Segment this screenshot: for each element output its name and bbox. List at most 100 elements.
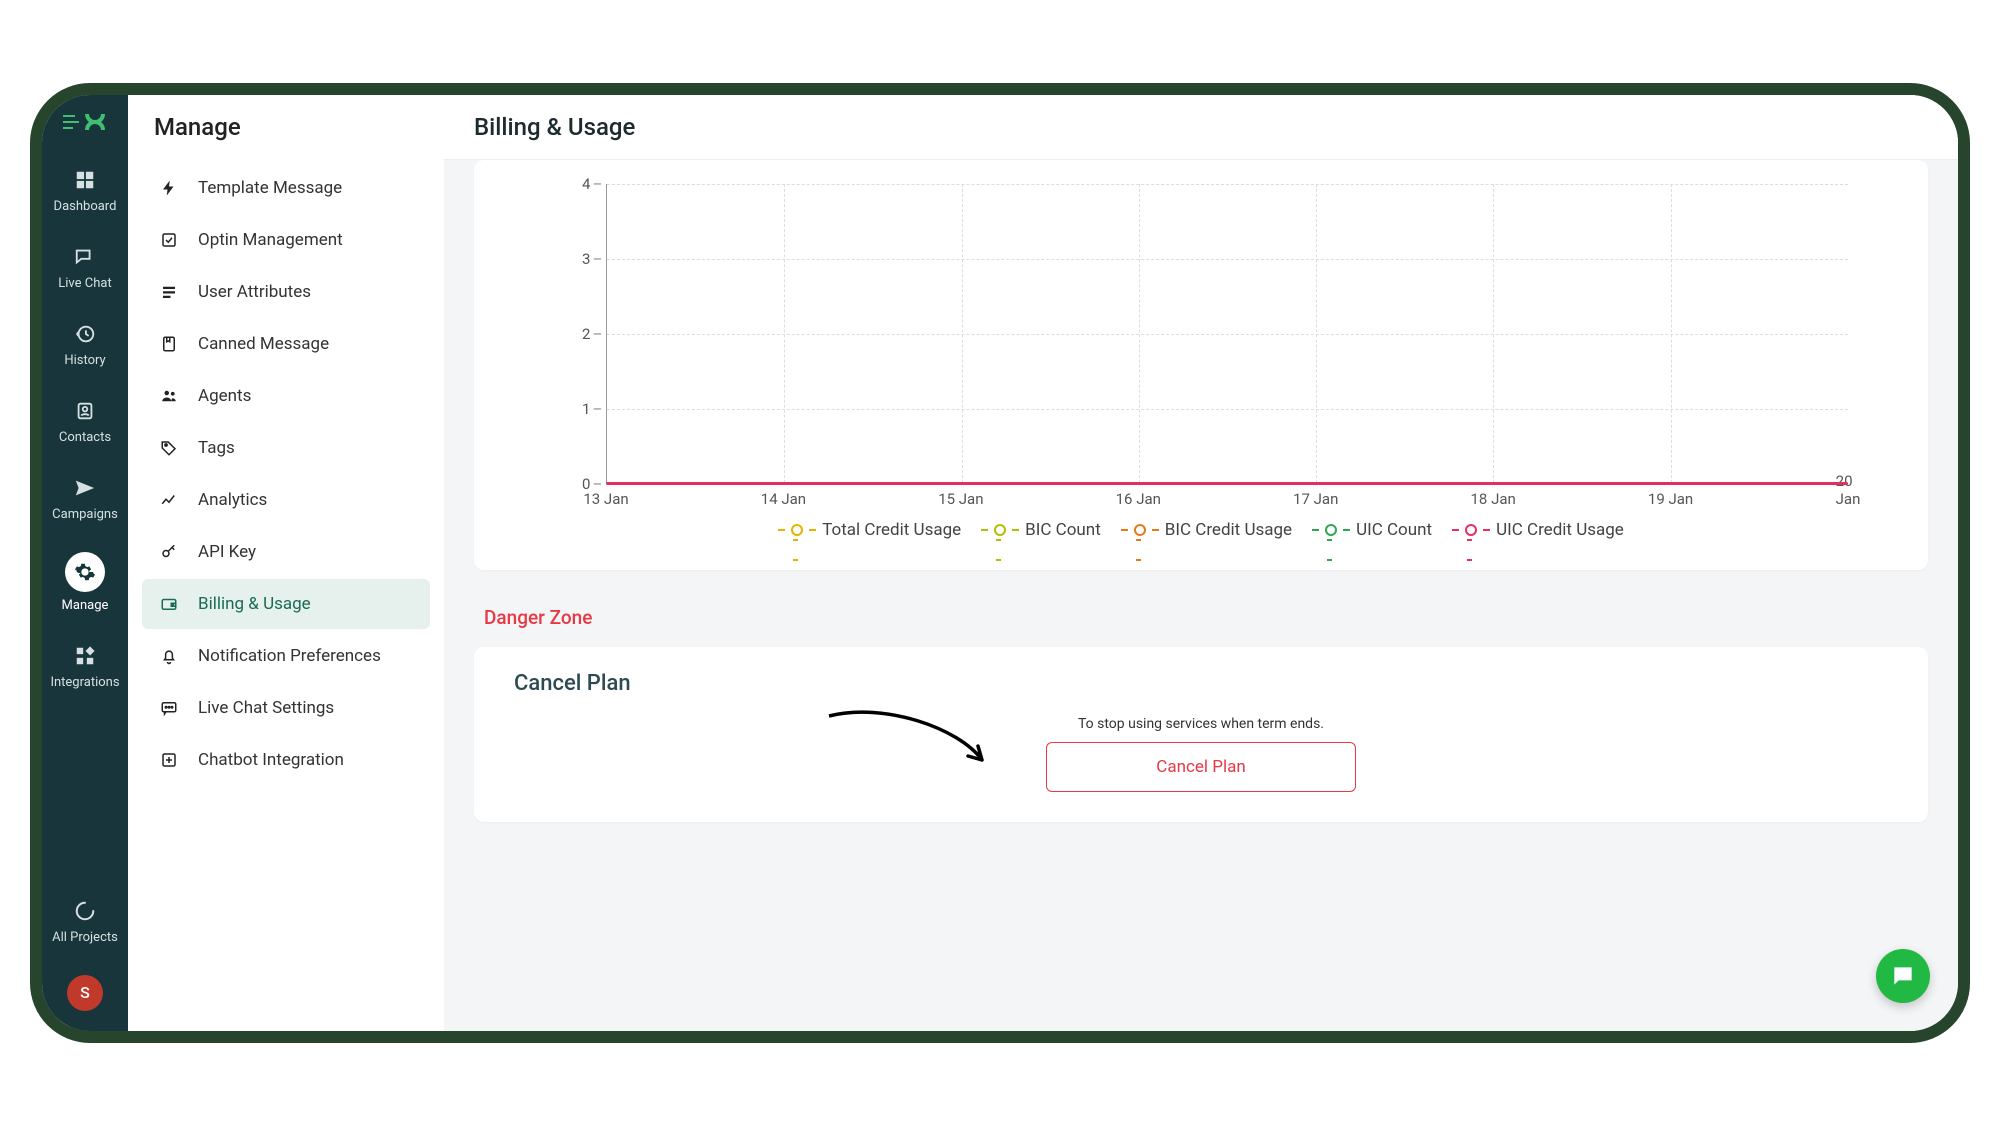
menu-label: Tags — [198, 438, 235, 458]
legend-label: Total Credit Usage — [822, 520, 961, 540]
nav-live-chat[interactable]: Live Chat — [50, 244, 119, 291]
menu-billing-usage[interactable]: Billing & Usage — [142, 579, 430, 629]
people-icon — [158, 385, 180, 407]
topbar: Billing & Usage — [444, 95, 1958, 160]
logo — [60, 107, 110, 137]
nav-label: Contacts — [59, 430, 111, 445]
y-tick: 2 — [582, 325, 602, 343]
nav-dashboard[interactable]: Dashboard — [50, 167, 119, 214]
nav-label: Campaigns — [52, 507, 118, 522]
nav-manage[interactable]: Manage — [50, 552, 119, 613]
danger-zone-title: Danger Zone — [484, 606, 1928, 629]
x-tick: 19 Jan — [1648, 490, 1693, 508]
menu-template-message[interactable]: Template Message — [142, 163, 430, 213]
legend-item: UIC Credit Usage — [1452, 520, 1624, 540]
menu-chatbot-integration[interactable]: Chatbot Integration — [142, 735, 430, 785]
x-tick: 15 Jan — [938, 490, 983, 508]
menu-analytics[interactable]: Analytics — [142, 475, 430, 525]
checkbox-icon — [158, 229, 180, 251]
x-tick: 18 Jan — [1470, 490, 1515, 508]
nav-label: Manage — [62, 598, 109, 613]
usage-chart: 01234 13 Jan14 Jan15 Jan16 Jan17 Jan18 J… — [554, 184, 1848, 504]
menu-label: User Attributes — [198, 282, 311, 302]
chat-fab[interactable] — [1876, 949, 1930, 1003]
avatar-initial: S — [80, 983, 90, 1002]
avatar[interactable]: S — [67, 975, 103, 1011]
nav-all-projects[interactable]: All Projects — [42, 898, 128, 945]
y-tick: 4 — [582, 175, 602, 193]
menu-live-chat-settings[interactable]: Live Chat Settings — [142, 683, 430, 733]
tag-icon — [158, 437, 180, 459]
nav-campaigns[interactable]: Campaigns — [50, 475, 119, 522]
nav-label: Integrations — [50, 675, 119, 690]
bookmark-icon — [158, 333, 180, 355]
menu-label: Agents — [198, 386, 251, 406]
widgets-icon — [72, 643, 98, 669]
nav-label: Dashboard — [54, 199, 117, 214]
plus-box-icon — [158, 749, 180, 771]
page-title: Billing & Usage — [474, 113, 1928, 141]
menu-label: Template Message — [198, 178, 342, 198]
cancel-plan-heading: Cancel Plan — [514, 671, 1888, 696]
menu-label: API Key — [198, 542, 256, 562]
left-nav: Dashboard Live Chat History Contacts Campaig… — [42, 95, 128, 1031]
send-icon — [72, 475, 98, 501]
menu-canned-message[interactable]: Canned Message — [142, 319, 430, 369]
menu-label: Analytics — [198, 490, 267, 510]
menu-agents[interactable]: Agents — [142, 371, 430, 421]
chat-bubble-icon — [1890, 963, 1916, 989]
gear-icon — [65, 552, 105, 592]
y-tick: 1 — [582, 400, 602, 418]
menu-api-key[interactable]: API Key — [142, 527, 430, 577]
nav-label: All Projects — [52, 930, 118, 945]
legend-item: UIC Count — [1312, 520, 1432, 540]
bolt-icon — [158, 177, 180, 199]
analytics-icon — [158, 489, 180, 511]
message-icon — [158, 697, 180, 719]
nav-label: Live Chat — [58, 276, 111, 291]
menu-tags[interactable]: Tags — [142, 423, 430, 473]
key-icon — [158, 541, 180, 563]
history-icon — [72, 321, 98, 347]
legend-label: BIC Credit Usage — [1165, 520, 1292, 540]
x-tick: 14 Jan — [761, 490, 806, 508]
sidepanel-title: Manage — [138, 113, 434, 161]
x-tick: 16 Jan — [1116, 490, 1161, 508]
menu-label: Billing & Usage — [198, 594, 311, 614]
y-tick: 3 — [582, 250, 602, 268]
menu-notification-preferences[interactable]: Notification Preferences — [142, 631, 430, 681]
nav-contacts[interactable]: Contacts — [50, 398, 119, 445]
menu-user-attributes[interactable]: User Attributes — [142, 267, 430, 317]
menu-optin-management[interactable]: Optin Management — [142, 215, 430, 265]
legend-label: UIC Count — [1356, 520, 1432, 540]
legend-item: Total Credit Usage — [778, 520, 961, 540]
x-tick: 17 Jan — [1293, 490, 1338, 508]
menu-label: Notification Preferences — [198, 646, 381, 666]
nav-integrations[interactable]: Integrations — [50, 643, 119, 690]
pointer-arrow-icon — [824, 708, 1004, 778]
menu-label: Chatbot Integration — [198, 750, 344, 770]
wallet-icon — [158, 593, 180, 615]
x-tick: 20 Jan — [1836, 472, 1861, 508]
cancel-plan-button[interactable]: Cancel Plan — [1046, 742, 1356, 792]
menu-label: Optin Management — [198, 230, 343, 250]
nav-history[interactable]: History — [50, 321, 119, 368]
content[interactable]: 01234 13 Jan14 Jan15 Jan16 Jan17 Jan18 J… — [444, 160, 1958, 1031]
main: Billing & Usage 01234 13 Jan14 Jan15 Jan… — [444, 95, 1958, 1031]
chat-icon — [72, 244, 98, 270]
menu-label: Canned Message — [198, 334, 329, 354]
sidepanel: Manage Template Message Optin Management U… — [128, 95, 444, 1031]
legend-label: BIC Count — [1025, 520, 1101, 540]
series-line — [606, 482, 1848, 485]
legend-label: UIC Credit Usage — [1496, 520, 1624, 540]
legend-item: BIC Count — [981, 520, 1101, 540]
cancel-plan-card: Cancel Plan To stop using services when … — [474, 647, 1928, 822]
x-tick: 13 Jan — [583, 490, 628, 508]
bell-icon — [158, 645, 180, 667]
chart-legend: Total Credit Usage BIC Count BIC Credit Us… — [514, 520, 1888, 540]
legend-item: BIC Credit Usage — [1121, 520, 1292, 540]
spinner-icon — [72, 898, 98, 924]
contacts-icon — [72, 398, 98, 424]
bars-icon — [158, 281, 180, 303]
cancel-plan-description: To stop using services when term ends. — [1078, 716, 1324, 732]
